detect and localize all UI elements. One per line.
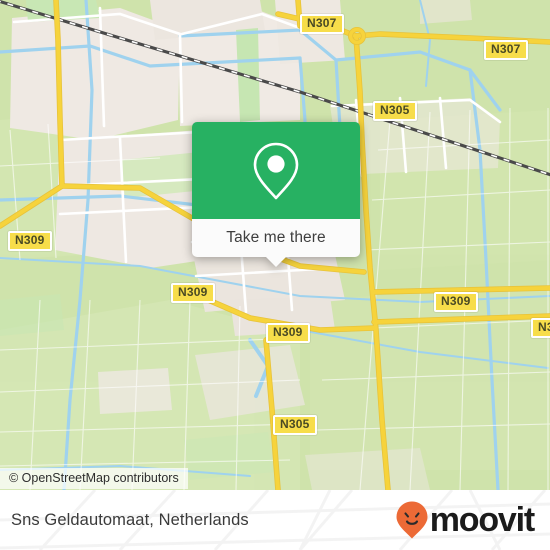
road-shield: N309 xyxy=(434,292,478,312)
moovit-pin-icon xyxy=(396,501,428,539)
moovit-logo[interactable]: moovit xyxy=(395,500,535,540)
footer-bar: Sns Geldautomaat, Netherlands moovit xyxy=(0,490,550,550)
road-shield: N307 xyxy=(484,40,528,60)
osm-attribution[interactable]: © OpenStreetMap contributors xyxy=(0,468,188,489)
place-title: Sns Geldautomaat, Netherlands xyxy=(11,510,249,529)
road-shield: N305 xyxy=(373,101,417,121)
road-shield: N309 xyxy=(8,231,52,251)
road-shield: N309 xyxy=(266,323,310,343)
popup-action-area[interactable]: Take me there xyxy=(192,219,360,267)
location-popup-card[interactable]: Take me there xyxy=(192,122,360,267)
popup-pointer xyxy=(265,256,287,267)
map-pin-icon xyxy=(253,142,299,199)
road-shield: N307 xyxy=(300,14,344,34)
road-shield: N305 xyxy=(273,415,317,435)
map-screen: N307 N307 N305 N309 N309 N309 N309 N309 N305 Tak… xyxy=(0,0,550,550)
popup-icon-area xyxy=(192,122,360,219)
road-shield: N309 xyxy=(171,283,215,303)
moovit-wordmark: moovit xyxy=(429,501,535,539)
take-me-there-label[interactable]: Take me there xyxy=(226,229,326,247)
road-shield: N309 xyxy=(531,318,550,338)
